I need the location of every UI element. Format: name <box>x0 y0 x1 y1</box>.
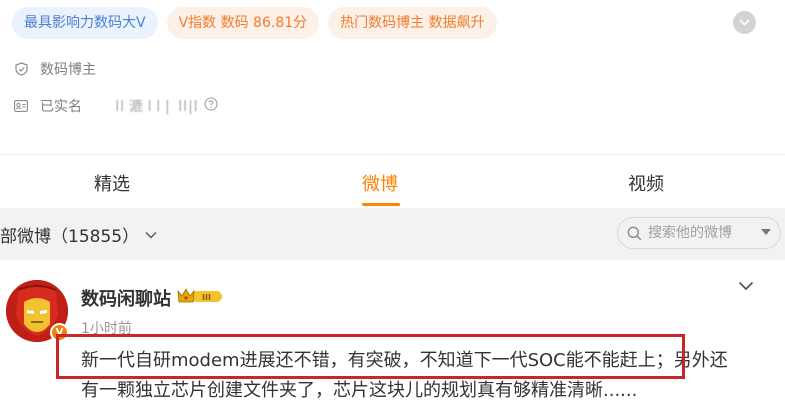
post-content: 新一代自研modem进展还不错，有突破，不知道下一代SOC能不能赶上；另外还 有… <box>81 346 785 406</box>
search-input[interactable] <box>648 225 758 241</box>
question-circle-icon[interactable] <box>204 97 219 115</box>
id-card-icon <box>14 99 28 113</box>
search-filter-caret-icon[interactable] <box>761 229 771 235</box>
author-name: 数码闲聊站 <box>81 289 171 310</box>
profile-badges: 最具影响力数码大V V指数 数码 86.81分 热门数码博主 数据飙升 <box>12 7 497 39</box>
chevron-down-icon <box>145 231 157 238</box>
all-weibo-label: 部微博（15855） <box>0 227 140 247</box>
weibo-search-box[interactable] <box>617 217 781 249</box>
verified-v-badge: V <box>50 323 69 342</box>
profile-tabs: 精选 微博 视频 <box>0 155 785 208</box>
post-text-line: 有一颗独立芯片创建文件夹了，芯片这块儿的规划真有够精准清晰...... <box>81 380 638 401</box>
shield-icon <box>14 62 28 76</box>
category-row: 数码博主 <box>14 59 96 79</box>
v-index-badge[interactable]: V指数 数码 86.81分 <box>166 7 320 39</box>
expand-profile-button[interactable] <box>733 11 756 34</box>
all-weibo-dropdown[interactable]: 部微博（15855） <box>0 222 157 247</box>
svg-text:III: III <box>202 293 211 302</box>
influence-badge[interactable]: 最具影响力数码大V <box>12 7 158 39</box>
post-menu-button[interactable] <box>738 276 754 295</box>
tab-weibo[interactable]: 微博 <box>362 170 398 196</box>
tab-video[interactable]: 视频 <box>628 170 664 196</box>
category-text: 数码博主 <box>40 62 96 78</box>
hot-blogger-badge[interactable]: 热门数码博主 数据飙升 <box>328 7 497 39</box>
post-timestamp[interactable]: 1小时前 <box>81 318 132 338</box>
filter-bar: 部微博（15855） <box>0 208 785 260</box>
tab-featured[interactable]: 精选 <box>94 170 130 196</box>
verified-label: 已实名 <box>40 99 82 115</box>
post-text-line: 新一代自研modem进展还不错，有突破，不知道下一代SOC能不能赶上；另外还 <box>81 350 728 371</box>
weibo-post: V 数码闲聊站 III 1小时前 新一代自研modem进展还不错，有突破，不知道… <box>0 260 785 420</box>
search-icon <box>627 226 642 240</box>
crown-level-icon: III <box>177 287 223 310</box>
verified-row: 已实名 ll 漉 l l | ll|l <box>14 96 219 116</box>
chevron-down-icon <box>739 19 750 26</box>
post-author[interactable]: 数码闲聊站 III <box>81 285 223 311</box>
chevron-down-icon <box>738 281 754 291</box>
active-tab-indicator <box>362 203 400 206</box>
verified-detail: ll 漉 l l | ll|l <box>106 99 203 115</box>
